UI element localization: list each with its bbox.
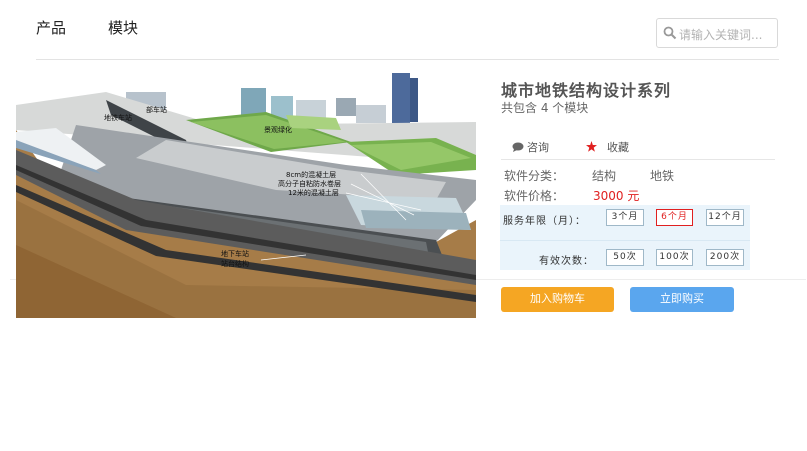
period-option-12[interactable]: 12个月 bbox=[706, 209, 744, 226]
period-option-3[interactable]: 3个月 bbox=[606, 209, 644, 226]
search-input[interactable]: 请输入关键词... bbox=[656, 18, 778, 48]
search-icon[interactable] bbox=[663, 26, 677, 40]
usage-count-label: 有效次数： bbox=[539, 256, 594, 267]
favorite-label: 收藏 bbox=[607, 141, 629, 154]
service-options-divider bbox=[500, 240, 750, 241]
category-label: 软件分类： bbox=[504, 169, 565, 183]
callout-station-top: 部车站 bbox=[146, 105, 167, 114]
callout-concrete-8cm: 8cm的混凝土层 bbox=[286, 170, 336, 179]
count-option-50[interactable]: 50次 bbox=[606, 249, 644, 266]
product-title: 城市地铁结构设计系列 bbox=[501, 81, 672, 100]
callout-underground-station: 地下车站 bbox=[221, 249, 249, 258]
category-tag-metro: 地铁 bbox=[650, 169, 675, 183]
search-placeholder: 请输入关键词... bbox=[679, 28, 763, 42]
header-divider bbox=[36, 59, 779, 60]
callout-waterproof: 高分子自粘防水卷层 bbox=[278, 179, 341, 188]
buy-now-button[interactable]: 立即购买 bbox=[630, 287, 734, 312]
callout-landscape: 景观绿化 bbox=[264, 125, 292, 134]
callout-concrete-12m: 12米的混凝土层 bbox=[288, 188, 339, 197]
count-option-200[interactable]: 200次 bbox=[706, 249, 744, 266]
consult-label: 咨询 bbox=[527, 141, 549, 154]
category-tag-structure: 结构 bbox=[592, 169, 617, 183]
price-label: 软件价格： bbox=[504, 189, 565, 203]
callout-platform: 站台结构 bbox=[221, 259, 249, 268]
favorite-button[interactable]: 收藏 bbox=[586, 139, 629, 155]
nav-item-modules[interactable]: 模块 bbox=[108, 17, 138, 38]
chat-bubble-icon bbox=[512, 142, 524, 152]
price-value: 3000 元 bbox=[593, 189, 640, 203]
count-option-100[interactable]: 100次 bbox=[656, 249, 693, 266]
consult-button[interactable]: 咨询 bbox=[512, 139, 549, 155]
service-period-label: 服务年限（月）： bbox=[503, 216, 586, 227]
callout-metro-station: 地铁车站 bbox=[104, 113, 132, 122]
product-module-count: 共包含 4 个模块 bbox=[501, 101, 589, 115]
product-image: 部车站 地铁车站 景观绿化 8cm的混凝土层 高分子自粘防水卷层 12米的混凝土… bbox=[16, 70, 476, 318]
add-to-cart-button[interactable]: 加入购物车 bbox=[501, 287, 614, 312]
star-icon bbox=[586, 141, 597, 152]
nav-item-products[interactable]: 产品 bbox=[36, 17, 66, 38]
actions-divider bbox=[501, 159, 775, 160]
period-option-6[interactable]: 6个月 bbox=[656, 209, 693, 226]
